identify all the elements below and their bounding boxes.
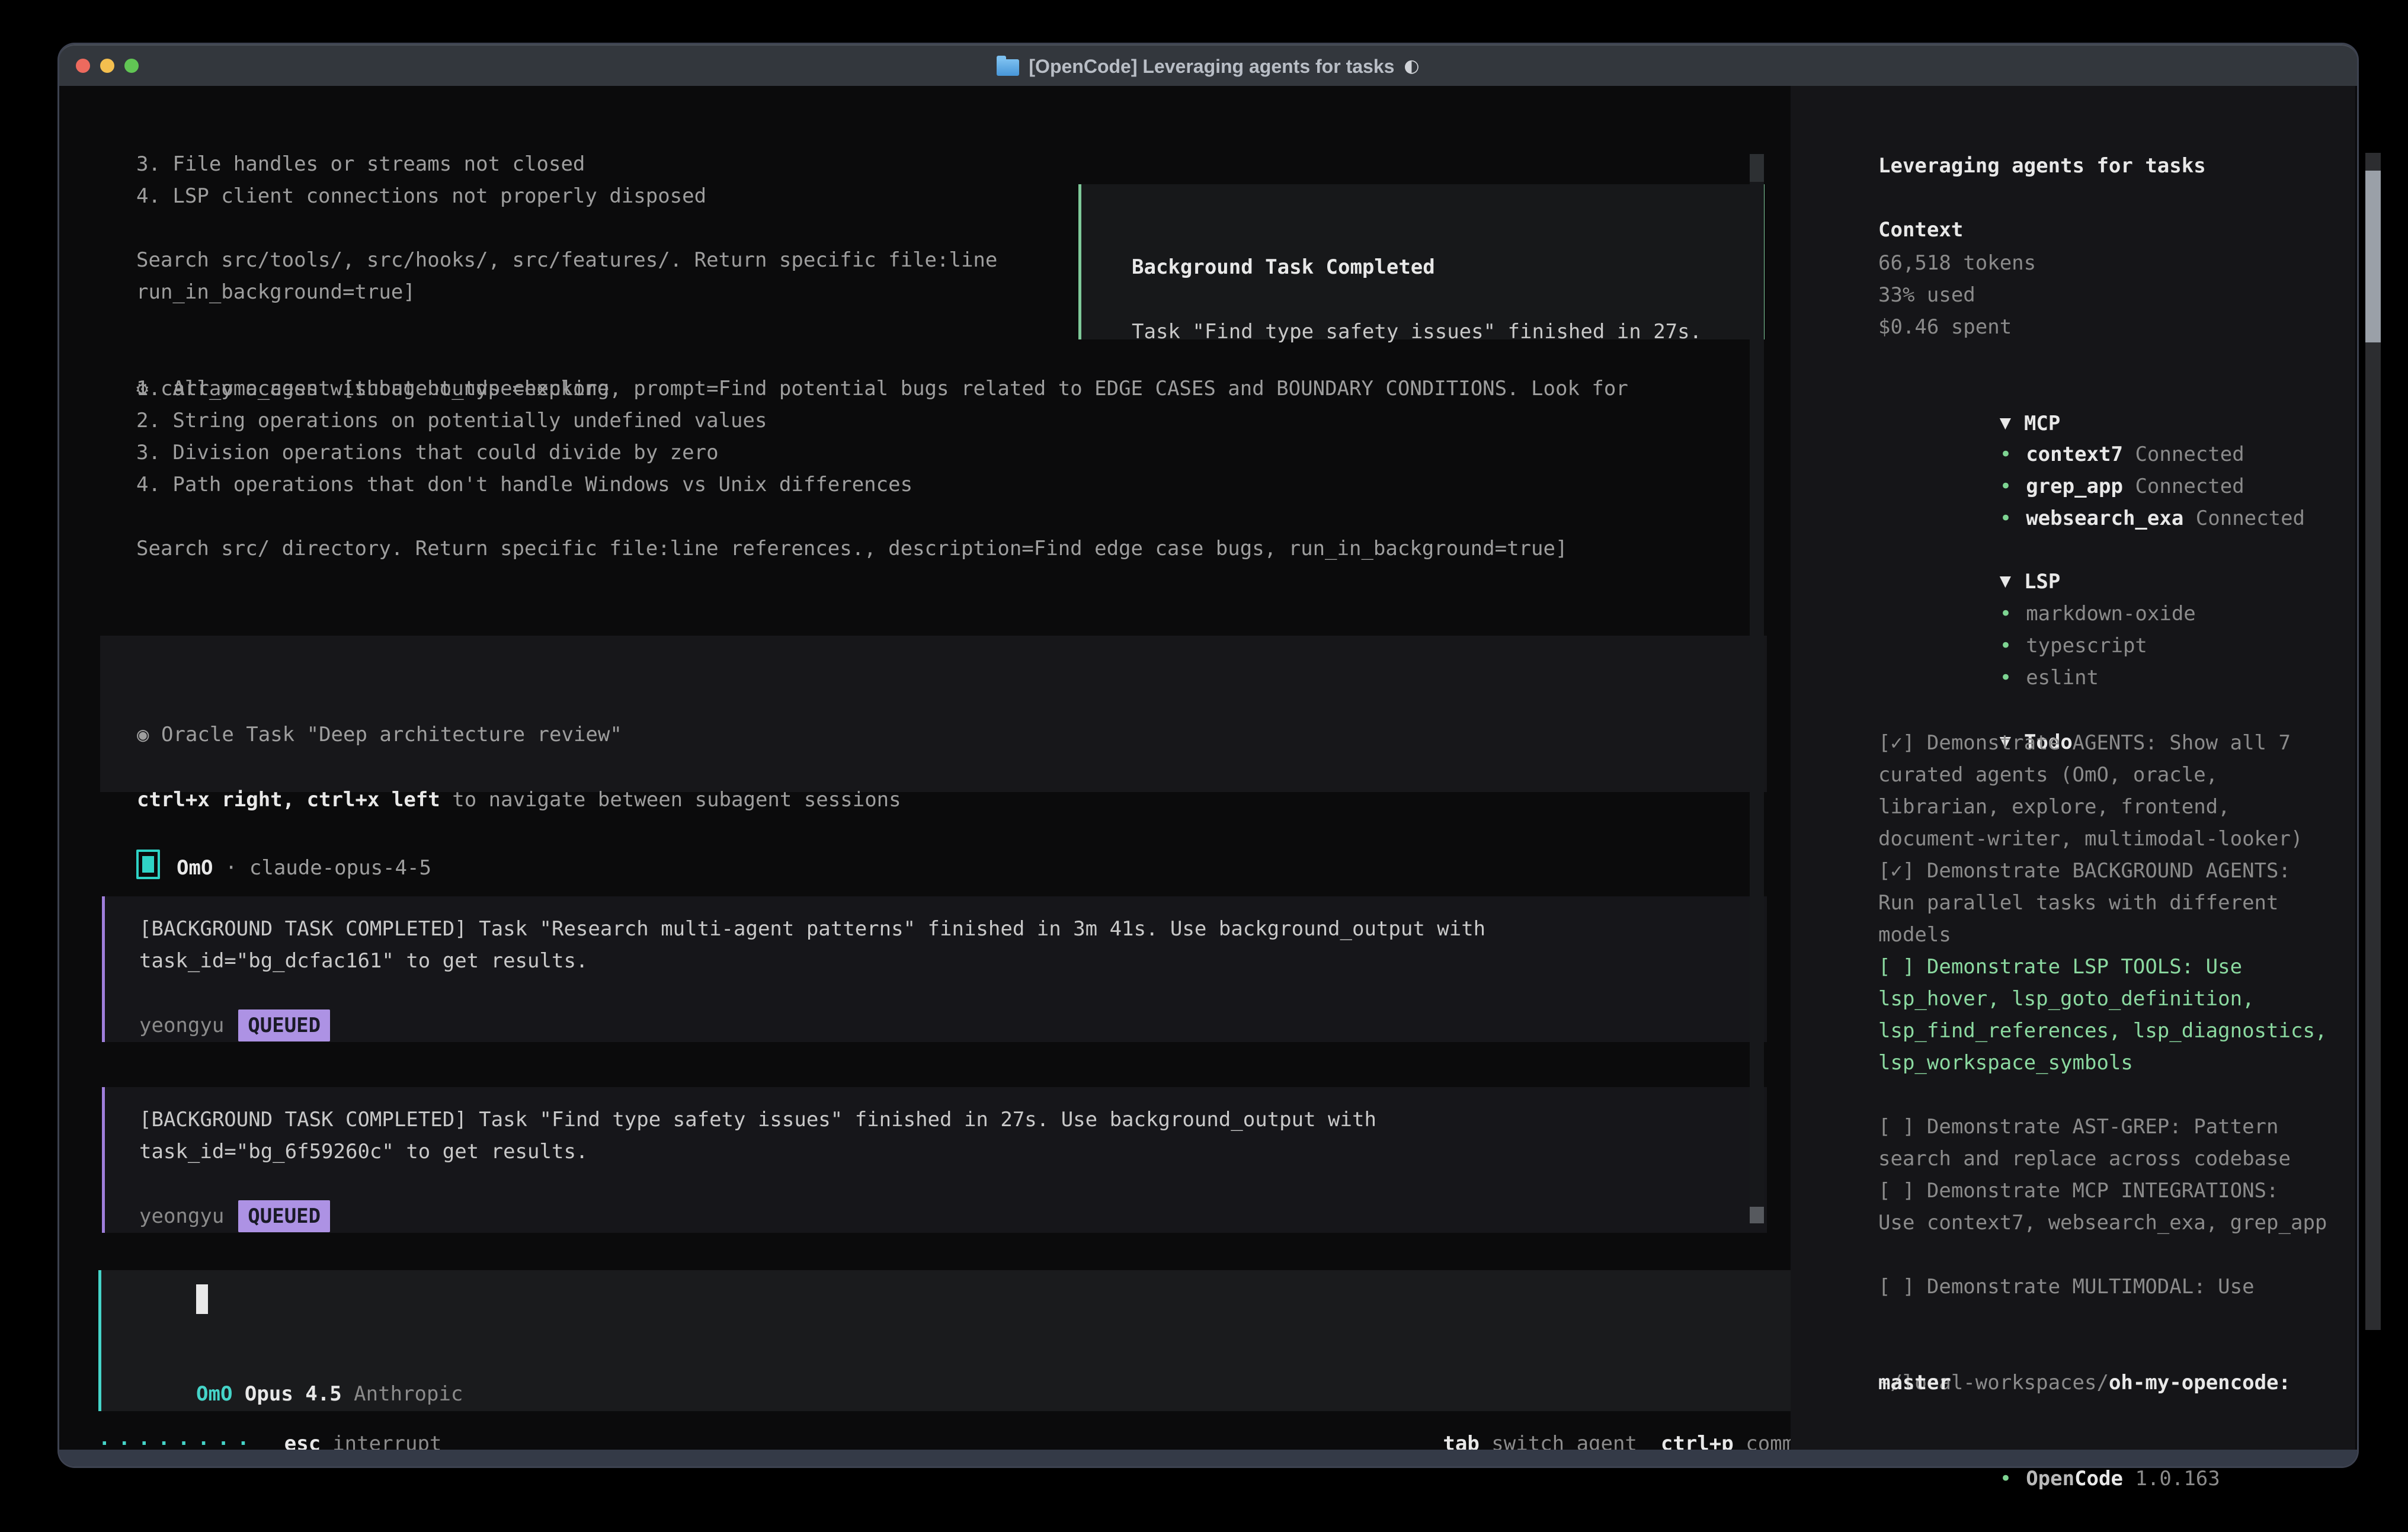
session-half-circle-icon: ◐	[1404, 46, 1419, 87]
session-title: Leveraging agents for tasks	[1878, 150, 2206, 182]
oracle-icon: ◉	[137, 723, 149, 746]
screen: [OpenCode] Leveraging agents for tasks ◐…	[0, 0, 2408, 1532]
input-provider: Anthropic	[354, 1382, 463, 1406]
background-task-notification[interactable]: Background Task Completed Task "Find typ…	[1078, 184, 1765, 339]
sidebar-scrollbar[interactable]	[2365, 153, 2381, 1330]
oracle-hint-text: to navigate between subagent sessions	[440, 788, 901, 812]
prompt-input[interactable]: OmO Opus 4.5 Anthropic	[98, 1270, 1837, 1411]
task-user: yeongyu	[139, 1204, 224, 1228]
green-dot-icon: •	[2000, 507, 2012, 530]
tool-call-body: 1. Array access without bounds checking …	[136, 373, 1567, 565]
chat-main-area: 3. File handles or streams not closed 4.…	[59, 86, 1789, 1466]
main-scrollbar[interactable]	[1750, 154, 1764, 1223]
title-bar: [OpenCode] Leveraging agents for tasks ◐	[59, 44, 2357, 86]
version-line: •OpenCode 1.0.163	[1878, 1431, 2220, 1527]
task-message-text: [BACKGROUND TASK COMPLETED] Task "Find t…	[139, 1104, 1376, 1168]
notification-title: Background Task Completed	[1132, 251, 1435, 283]
task-message-meta: yeongyu QUEUED	[139, 977, 330, 1041]
window-title-group: [OpenCode] Leveraging agents for tasks ◐	[59, 46, 2357, 87]
oracle-hint-line: ctrl+x right, ctrl+x left to navigate be…	[137, 752, 901, 816]
context-header: Context	[1878, 214, 1963, 246]
oracle-title: Oracle Task "Deep architecture review"	[161, 723, 622, 746]
session-sidebar: Leveraging agents for tasks Context 66,5…	[1791, 86, 2355, 1450]
oracle-task-card[interactable]: ◉ Oracle Task "Deep architecture review"…	[100, 636, 1767, 792]
status-badge: QUEUED	[238, 1200, 330, 1232]
sidebar-scrollbar-thumb[interactable]	[2365, 171, 2381, 342]
window-title: [OpenCode] Leveraging agents for tasks	[1029, 46, 1394, 87]
window-bottom-edge	[59, 1450, 2357, 1466]
task-user: yeongyu	[139, 1014, 224, 1037]
main-scrollbar-top-segment[interactable]	[1750, 154, 1764, 182]
task-message-text: [BACKGROUND TASK COMPLETED] Task "Resear…	[139, 913, 1485, 977]
agent-name: OmO	[177, 856, 213, 880]
status-badge: QUEUED	[238, 1009, 330, 1041]
agent-model: claude-opus-4-5	[249, 856, 431, 880]
folder-icon	[997, 59, 1019, 76]
todo-done-items: [✓] Demonstrate AGENTS: Show all 7 curat…	[1878, 727, 2408, 951]
todo-pending-items: [ ] Demonstrate AST-GREP: Pattern search…	[1878, 1111, 2408, 1239]
workspace-branch: master	[1878, 1367, 1951, 1399]
context-stats: 66,518 tokens 33% used $0.46 spent	[1878, 247, 2036, 343]
task-message-meta: yeongyu QUEUED	[139, 1168, 330, 1232]
agent-header-line: OmO · claude-opus-4-5	[136, 818, 431, 884]
workspace-path: ~/local-workspaces/oh-my-opencode:	[1878, 1335, 2408, 1399]
agent-square-icon	[136, 850, 160, 879]
green-dot-icon: •	[2000, 1467, 2012, 1491]
todo-active-items: [ ] Demonstrate LSP TOOLS: Use lsp_hover…	[1878, 951, 2408, 1079]
tool-output-text: 3. File handles or streams not closed 4.…	[136, 148, 997, 308]
todo-pending-items: [ ] Demonstrate MULTIMODAL: Use	[1878, 1271, 2408, 1303]
input-agent-name: OmO	[196, 1382, 232, 1406]
task-message-card[interactable]: [BACKGROUND TASK COMPLETED] Task "Resear…	[102, 896, 1767, 1042]
text-cursor	[196, 1284, 208, 1314]
green-dot-icon: •	[2000, 666, 2012, 690]
separator-dot: ·	[225, 856, 237, 880]
oracle-hint-keys: ctrl+x right, ctrl+x left	[137, 788, 440, 812]
task-message-card[interactable]: [BACKGROUND TASK COMPLETED] Task "Find t…	[102, 1087, 1767, 1233]
input-model-name: Opus 4.5	[245, 1382, 342, 1406]
model-info-line: OmO Opus 4.5 Anthropic	[196, 1346, 463, 1410]
opencode-window: [OpenCode] Leveraging agents for tasks ◐…	[59, 44, 2357, 1466]
oracle-title-line: ◉ Oracle Task "Deep architecture review"	[137, 687, 622, 751]
main-scrollbar-thumb[interactable]	[1750, 1207, 1764, 1223]
